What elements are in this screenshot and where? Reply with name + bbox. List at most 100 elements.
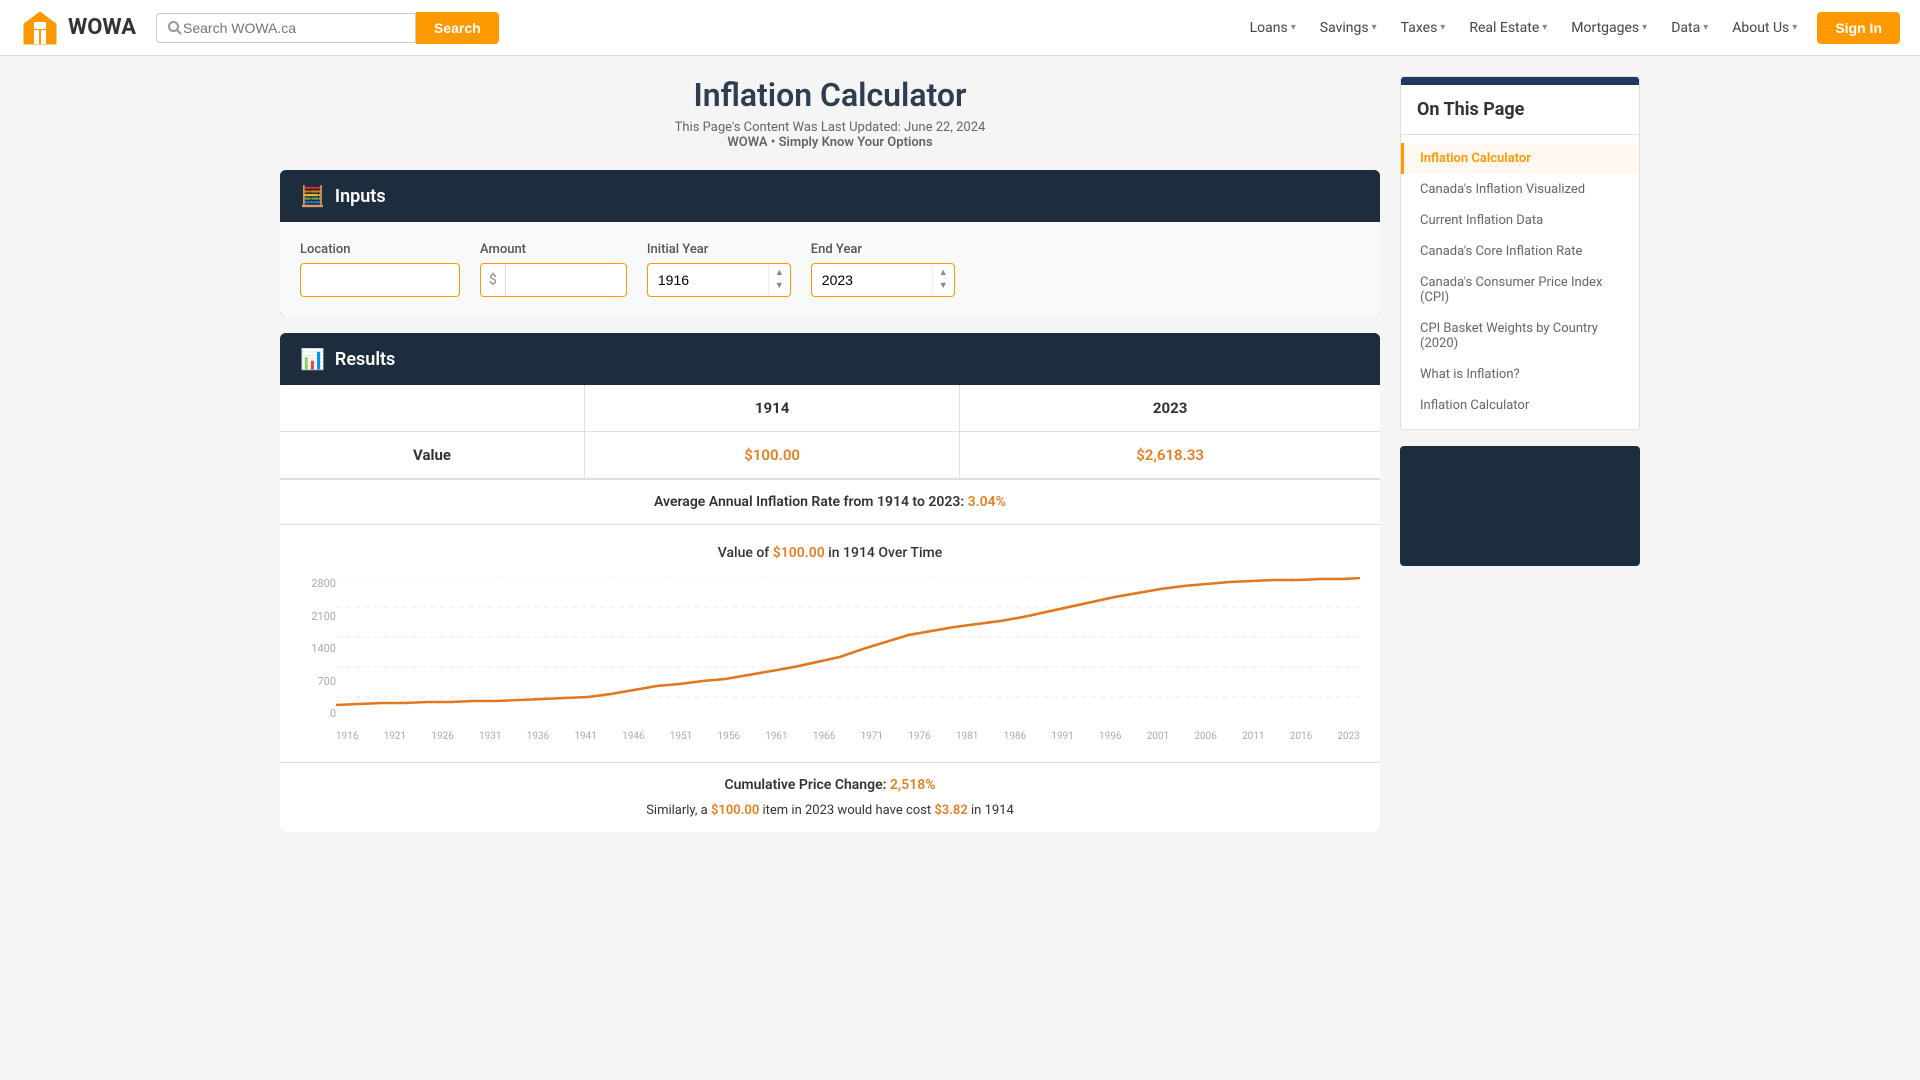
x-label-1986: 1986 [1004,731,1026,742]
search-area: Search [156,12,499,44]
location-label: Location [300,242,460,257]
x-label-2001: 2001 [1147,731,1169,742]
header: WOWA Search Loans ▾ Savings ▾ Taxes ▾ Re… [0,0,1920,56]
y-label-0: 0 [300,707,336,720]
row-label: Value [280,432,585,479]
table-row: Value $100.00 $2,618.33 [280,432,1380,479]
col-empty-header [280,385,585,432]
logo[interactable]: WOWA [20,8,136,48]
nav-links: Loans ▾ Savings ▾ Taxes ▾ Real Estate ▾ … [1240,12,1808,44]
loans-chevron-icon: ▾ [1291,22,1296,33]
results-body: 1914 2023 Value $100.00 $2,618.33 A [280,385,1380,832]
cumulative-label: Cumulative Price Change: [724,777,886,793]
x-label-1961: 1961 [765,731,787,742]
x-label-1921: 1921 [384,731,406,742]
amount-input[interactable]: 100 [506,264,626,296]
end-year-arrows[interactable]: ▲ ▼ [932,265,954,294]
chart-title: Value of $100.00 in 1914 Over Time [300,545,1360,561]
cumulative-value: 2,518% [890,777,936,793]
nav-item-savings[interactable]: Savings ▾ [1310,12,1387,44]
nav-item-real-estate[interactable]: Real Estate ▾ [1459,12,1557,44]
location-input[interactable]: Canada [300,263,460,297]
page-tagline: WOWA • Simply Know Your Options [280,135,1380,150]
down-arrow-icon: ▼ [775,280,784,293]
initial-year-label: Initial Year [647,242,791,257]
search-icon [167,20,183,36]
x-label-1941: 1941 [574,731,596,742]
search-input[interactable] [183,20,405,36]
initial-year-arrows[interactable]: ▲ ▼ [768,265,790,294]
y-label-2100: 2100 [300,610,336,623]
page-title-section: Inflation Calculator This Page's Content… [280,76,1380,150]
sidebar-links: Inflation Calculator Canada's Inflation … [1401,135,1639,429]
cumulative-section: Cumulative Price Change: 2,518% Similarl… [280,762,1380,832]
cumulative-detail-prefix: Similarly, a [646,803,711,818]
nav-item-about[interactable]: About Us ▾ [1722,12,1807,44]
col-year1-header: 1914 [585,385,960,432]
sidebar-link-core-inflation[interactable]: Canada's Core Inflation Rate [1401,236,1639,267]
chart-title-amount: $100.00 [773,545,825,561]
sidebar-link-cpi[interactable]: Canada's Consumer Price Index (CPI) [1401,267,1639,313]
up-arrow-icon: ▲ [775,267,784,280]
savings-chevron-icon: ▾ [1372,22,1377,33]
results-panel: 📊 Results 1914 2023 Value [280,333,1380,832]
nav-item-data[interactable]: Data ▾ [1661,12,1718,44]
x-label-2006: 2006 [1194,731,1216,742]
sidebar-link-inflation-calc[interactable]: Inflation Calculator [1401,143,1639,174]
sidebar-link-current-data[interactable]: Current Inflation Data [1401,205,1639,236]
x-label-1996: 1996 [1099,731,1121,742]
nav-item-taxes[interactable]: Taxes ▾ [1391,12,1456,44]
x-label-2011: 2011 [1242,731,1264,742]
initial-year-select-wrap: 1916 1920 1930 ▲ ▼ [647,263,791,297]
logo-icon [20,8,60,48]
amount-label: Amount [480,242,627,257]
nav-item-loans[interactable]: Loans ▾ [1240,12,1306,44]
end-year-label: End Year [811,242,955,257]
sidebar-link-inflation-calc-2[interactable]: Inflation Calculator [1401,390,1639,421]
sidebar-link-what-is-inflation[interactable]: What is Inflation? [1401,359,1639,390]
inputs-header: 🧮 Inputs [280,170,1380,222]
value-1914: $100.00 [585,432,960,479]
initial-year-group: Initial Year 1916 1920 1930 ▲ ▼ [647,242,791,297]
x-label-1946: 1946 [622,731,644,742]
inputs-emoji-icon: 🧮 [300,184,325,208]
sidebar-title-bar: On This Page [1401,85,1639,135]
main-layout: Inflation Calculator This Page's Content… [260,56,1660,852]
end-year-select-wrap: 2023 2022 2021 ▲ ▼ [811,263,955,297]
nav-item-mortgages[interactable]: Mortgages ▾ [1561,12,1657,44]
x-label-1991: 1991 [1051,731,1073,742]
x-label-1936: 1936 [527,731,549,742]
results-header-label: Results [335,349,395,370]
results-header: 📊 Results [280,333,1380,385]
sidebar-link-inflation-viz[interactable]: Canada's Inflation Visualized [1401,174,1639,205]
cumulative-amount2: $3.82 [934,803,967,818]
avg-rate-value: 3.04% [968,494,1006,510]
x-label-1916: 1916 [336,731,358,742]
taxes-chevron-icon: ▾ [1440,22,1445,33]
down-arrow-icon2: ▼ [939,280,948,293]
search-input-wrap [156,13,416,43]
initial-year-select[interactable]: 1916 1920 1930 [648,264,768,296]
chart-title-prefix: Value of [718,545,773,561]
on-this-page-title: On This Page [1417,99,1623,120]
up-arrow-icon2: ▲ [939,267,948,280]
data-chevron-icon: ▾ [1703,22,1708,33]
avg-rate-text: Average Annual Inflation Rate from 1914 … [654,494,964,510]
y-label-2800: 2800 [300,577,336,590]
sidebar-ad [1400,446,1640,566]
x-label-1931: 1931 [479,731,501,742]
search-button[interactable]: Search [416,12,499,44]
sidebar-link-cpi-basket[interactable]: CPI Basket Weights by Country (2020) [1401,313,1639,359]
page-subtitle: This Page's Content Was Last Updated: Ju… [280,120,1380,135]
sidebar-top-bar [1401,77,1639,85]
signin-button[interactable]: Sign In [1817,12,1900,44]
end-year-group: End Year 2023 2022 2021 ▲ ▼ [811,242,955,297]
avg-rate-row: Average Annual Inflation Rate from 1914 … [280,479,1380,524]
x-label-1951: 1951 [670,731,692,742]
sidebar: On This Page Inflation Calculator Canada… [1400,76,1640,832]
end-year-select[interactable]: 2023 2022 2021 [812,264,932,296]
x-label-1976: 1976 [908,731,930,742]
location-group: Location Canada [300,242,460,297]
chart-line [336,578,1360,705]
cumulative-detail: Similarly, a $100.00 item in 2023 would … [300,803,1360,818]
